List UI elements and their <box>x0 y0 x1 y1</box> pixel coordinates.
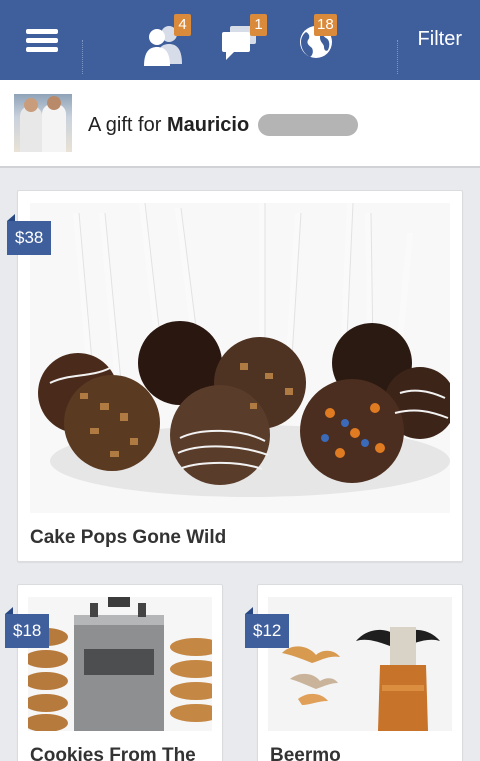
price-tag: $18 <box>5 607 50 648</box>
price-tag: $38 <box>7 214 52 255</box>
product-title: Cookies From The <box>30 745 196 761</box>
product-title: Beermo <box>270 745 341 761</box>
divider <box>397 40 398 74</box>
friend-requests-button[interactable]: 4 <box>142 14 198 66</box>
gift-recipient-text: A gift for Mauricio <box>88 114 249 137</box>
redacted-surname <box>258 114 358 136</box>
notifications-badge: 18 <box>314 14 337 36</box>
product-image[interactable] <box>268 597 452 731</box>
divider <box>82 40 83 74</box>
recipient-name: Mauricio <box>166 114 250 136</box>
cake-pops-image <box>30 203 450 513</box>
notifications-button[interactable]: 18 <box>298 14 354 66</box>
messages-badge: 1 <box>250 14 267 36</box>
menu-button[interactable] <box>0 0 82 80</box>
recipient-avatar[interactable] <box>14 94 72 152</box>
filter-button[interactable]: Filter <box>418 28 462 51</box>
product-title: Cake Pops Gone Wild <box>30 527 227 548</box>
beermo-image <box>268 597 452 731</box>
gift-prefix: A gift for <box>88 114 167 136</box>
messages-button[interactable]: 1 <box>220 14 276 66</box>
product-image[interactable] <box>30 203 450 513</box>
product-image[interactable] <box>28 597 212 731</box>
top-bar: 4 1 18 Filter <box>0 0 480 80</box>
friends-badge: 4 <box>174 14 191 36</box>
cookies-image <box>28 597 212 731</box>
gift-recipient-header: A gift for Mauricio <box>0 80 480 168</box>
hamburger-icon <box>26 29 58 34</box>
price-tag: $12 <box>245 607 290 648</box>
